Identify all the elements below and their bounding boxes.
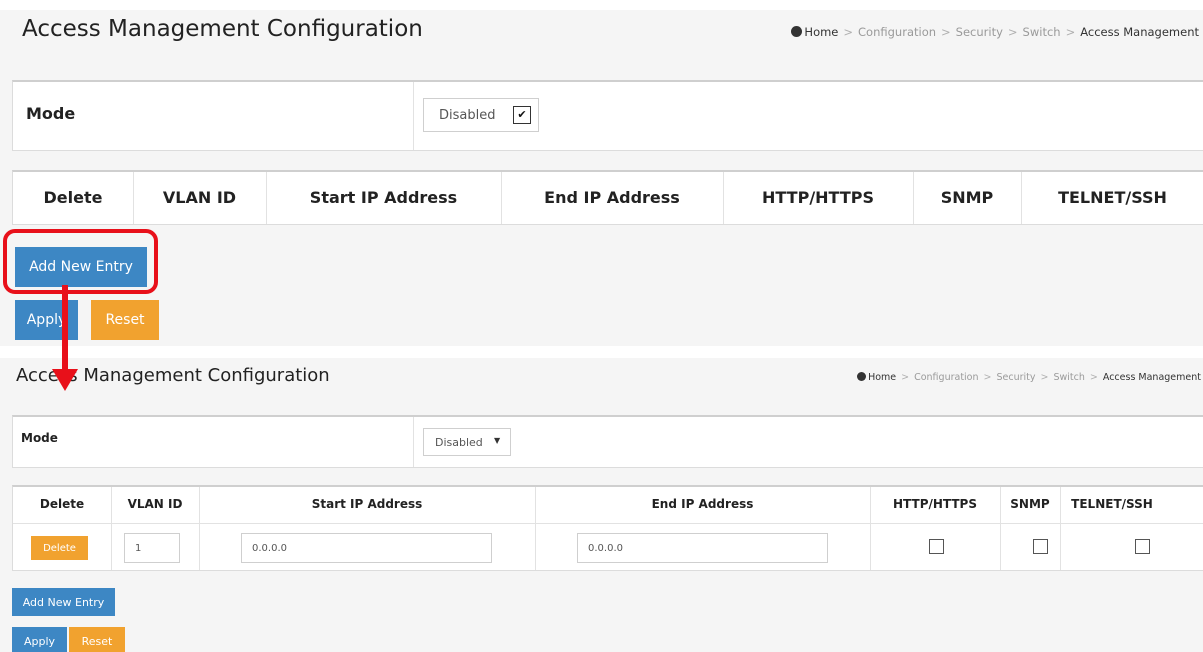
header-snmp: SNMP [940, 188, 994, 207]
header-http: HTTP/HTTPS [762, 188, 874, 207]
delete-entry-button[interactable]: Delete [31, 536, 88, 560]
header-end-ip: End IP Address [544, 188, 680, 207]
end-ip-input[interactable] [577, 533, 828, 563]
mode-row: Mode Disabled ✔ [12, 80, 1203, 151]
breadcrumb-separator: > [983, 372, 992, 383]
access-table: Delete VLAN ID Start IP Address End IP A… [12, 485, 1203, 571]
mode-divider [413, 417, 414, 467]
breadcrumb-separator: > [1065, 25, 1076, 39]
header-row-divider [13, 523, 1203, 524]
chevron-down-icon: ✔ [513, 106, 531, 124]
breadcrumb-separator: > [941, 25, 951, 39]
breadcrumb-separator: > [843, 25, 854, 39]
breadcrumb-switch[interactable]: Switch [1023, 25, 1061, 39]
apply-button[interactable]: Apply [12, 627, 67, 652]
add-new-entry-button[interactable]: Add New Entry [12, 588, 115, 616]
home-icon [857, 372, 867, 381]
header-start-ip: Start IP Address [309, 188, 458, 207]
page-title: Access Management Configuration [22, 16, 423, 42]
chevron-down-icon: ▼ [494, 436, 501, 445]
mode-label: Mode [26, 104, 76, 123]
panel-before: Access Management Configuration Home > Con… [0, 10, 1203, 346]
header-vlan-id: VLAN ID [127, 497, 183, 511]
apply-button[interactable]: Apply [15, 300, 78, 340]
header-telnet: TELNET/SSH [1071, 497, 1153, 511]
mode-row: Mode Disabled ▼ [12, 415, 1203, 468]
mode-divider [413, 82, 414, 150]
breadcrumb-separator: > [901, 372, 910, 383]
breadcrumb-security[interactable]: Security [956, 25, 1003, 39]
mode-select-value: Disabled [435, 436, 483, 449]
breadcrumb-configuration[interactable]: Configuration [914, 372, 978, 383]
breadcrumb-separator: > [1007, 25, 1018, 39]
breadcrumb: Home > Configuration > Security > Switch > Acces… [791, 25, 1199, 39]
breadcrumb-access-management: Access Management [1080, 25, 1199, 39]
mode-select[interactable]: Disabled ▼ [423, 428, 511, 456]
reset-button[interactable]: Reset [91, 300, 159, 340]
header-delete: Delete [39, 497, 85, 511]
page-title: Access Management Configuration [16, 365, 330, 386]
mode-select[interactable]: Disabled ✔ [423, 98, 539, 132]
breadcrumb-configuration[interactable]: Configuration [858, 25, 936, 39]
telnet-checkbox[interactable] [1135, 539, 1150, 554]
header-telnet: TELNET/SSH [1058, 188, 1167, 207]
panel-after: Access Management Configuration Home > Con… [0, 358, 1203, 652]
snmp-checkbox[interactable] [1033, 539, 1048, 554]
header-delete: Delete [43, 188, 103, 207]
start-ip-input[interactable] [241, 533, 492, 563]
reset-button[interactable]: Reset [69, 627, 125, 652]
header-end-ip: End IP Address [651, 497, 754, 511]
breadcrumb-separator: > [1089, 372, 1098, 383]
mode-label: Mode [21, 431, 58, 445]
breadcrumb-separator: > [1040, 372, 1049, 383]
header-http: HTTP/HTTPS [893, 497, 977, 511]
mode-select-value: Disabled [439, 108, 496, 123]
http-checkbox[interactable] [929, 539, 944, 554]
header-snmp: SNMP [1010, 497, 1050, 511]
add-new-entry-button[interactable]: Add New Entry [15, 247, 147, 287]
breadcrumb-switch[interactable]: Switch [1053, 372, 1084, 383]
access-table: Delete VLAN ID Start IP Address End IP A… [12, 170, 1203, 225]
breadcrumb-security[interactable]: Security [997, 372, 1036, 383]
breadcrumb-home[interactable]: Home [868, 372, 896, 383]
home-icon [791, 26, 803, 37]
breadcrumb-access-management: Access Management [1102, 372, 1201, 383]
header-vlan-id: VLAN ID [162, 188, 237, 207]
breadcrumb: Home > Configuration > Security > Switch > Acces… [857, 372, 1201, 383]
header-start-ip: Start IP Address [311, 497, 423, 511]
breadcrumb-home[interactable]: Home [804, 25, 838, 39]
vlan-id-input[interactable] [124, 533, 180, 563]
